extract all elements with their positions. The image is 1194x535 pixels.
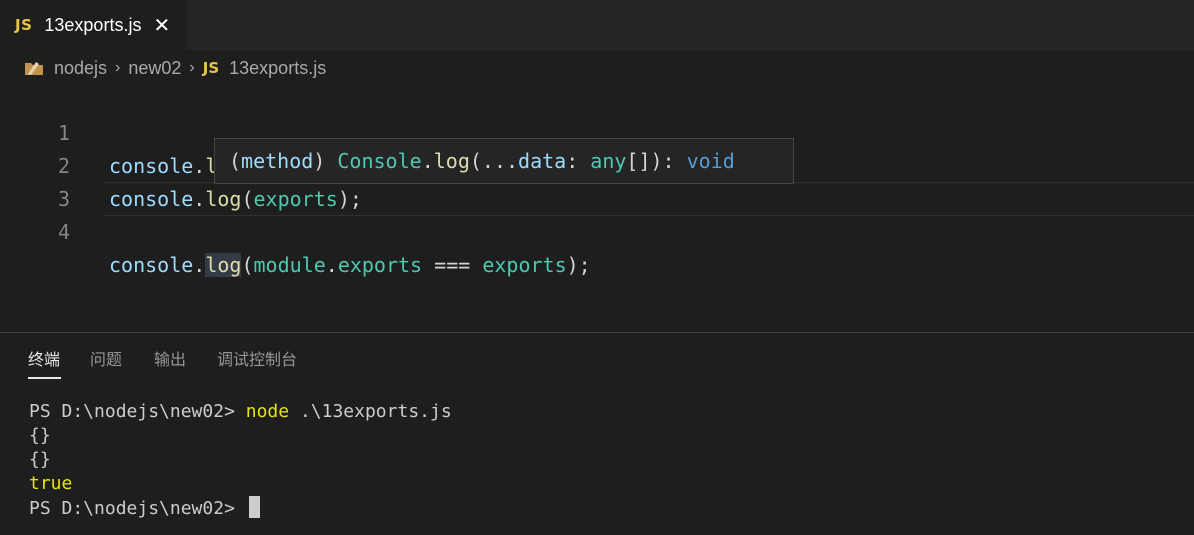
tab-debug-console[interactable]: 调试控制台 (217, 346, 297, 380)
hover-return-type: void (686, 149, 735, 173)
terminal-cursor (248, 496, 260, 518)
chevron-right-icon: › (189, 59, 195, 76)
js-file-icon: JS (202, 59, 220, 77)
breadcrumb: nodejs › new02 › JS 13exports.js (24, 56, 326, 80)
terminal-prompt: PS D:\nodejs\new02> (29, 498, 246, 519)
token-punctuation: ( (241, 253, 254, 277)
js-file-icon: JS (15, 16, 33, 34)
token-punctuation: . (193, 253, 206, 277)
token-variable: exports (337, 253, 423, 277)
hover-method-keyword: method (241, 149, 314, 173)
breadcrumb-item-new02[interactable]: new02 (128, 58, 181, 79)
token-punctuation: ); (566, 253, 591, 277)
terminal[interactable]: PS D:\nodejs\new02> node .\13exports.js … (29, 400, 452, 520)
folder-icon (25, 62, 43, 75)
code-line[interactable]: 4 console.log(module.exports === exports… (0, 183, 1194, 277)
terminal-line: PS D:\nodejs\new02> node .\13exports.js (29, 400, 452, 424)
hover-function: log (433, 149, 470, 173)
line-number: 4 (57, 220, 70, 244)
code-text: console.log(module.exports === exports); (109, 249, 591, 282)
terminal-output-line: {} (29, 425, 51, 446)
terminal-argument: .\13exports.js (289, 401, 452, 422)
hover-param: data (518, 149, 567, 173)
hover-colon: : (566, 149, 591, 173)
close-icon[interactable]: ✕ (153, 15, 170, 35)
hover-args-close: []): (626, 149, 687, 173)
breadcrumb-item-nodejs[interactable]: nodejs (54, 58, 107, 79)
editor-tab-13exports[interactable]: JS 13exports.js ✕ (0, 0, 186, 50)
tab-terminal[interactable]: 终端 (28, 346, 60, 380)
hover-dot: . (421, 149, 434, 173)
code-line[interactable]: 1 console.log(module.exports); (0, 84, 1194, 178)
token-variable: exports (482, 253, 567, 277)
token-function-highlighted: log (205, 253, 242, 277)
hover-paren: ) (313, 149, 338, 173)
terminal-output-line: true (29, 473, 73, 494)
tab-output[interactable]: 输出 (154, 346, 186, 380)
token-variable: module (253, 253, 326, 277)
hover-tooltip: (method) Console.log(...data: any[]): vo… (214, 138, 794, 184)
tab-bar: JS 13exports.js ✕ (0, 0, 1194, 50)
chevron-right-icon: › (115, 59, 121, 76)
token-operator: === (422, 253, 483, 277)
token-identifier: console (109, 253, 194, 277)
token-punctuation: . (325, 253, 338, 277)
hover-paren: ( (229, 149, 242, 173)
terminal-line: PS D:\nodejs\new02> (29, 496, 452, 520)
hover-args-open: (... (469, 149, 519, 173)
tab-problems[interactable]: 问题 (90, 346, 122, 380)
hover-param-type: any (590, 149, 627, 173)
terminal-output-line: {} (29, 449, 51, 470)
hover-class: Console (337, 149, 422, 173)
active-tab-underline (28, 377, 61, 379)
terminal-command: node (245, 401, 290, 422)
breadcrumb-item-file[interactable]: 13exports.js (229, 58, 326, 79)
tab-title: 13exports.js (44, 14, 142, 35)
terminal-prompt: PS D:\nodejs\new02> (29, 401, 246, 422)
panel-divider (0, 332, 1194, 333)
